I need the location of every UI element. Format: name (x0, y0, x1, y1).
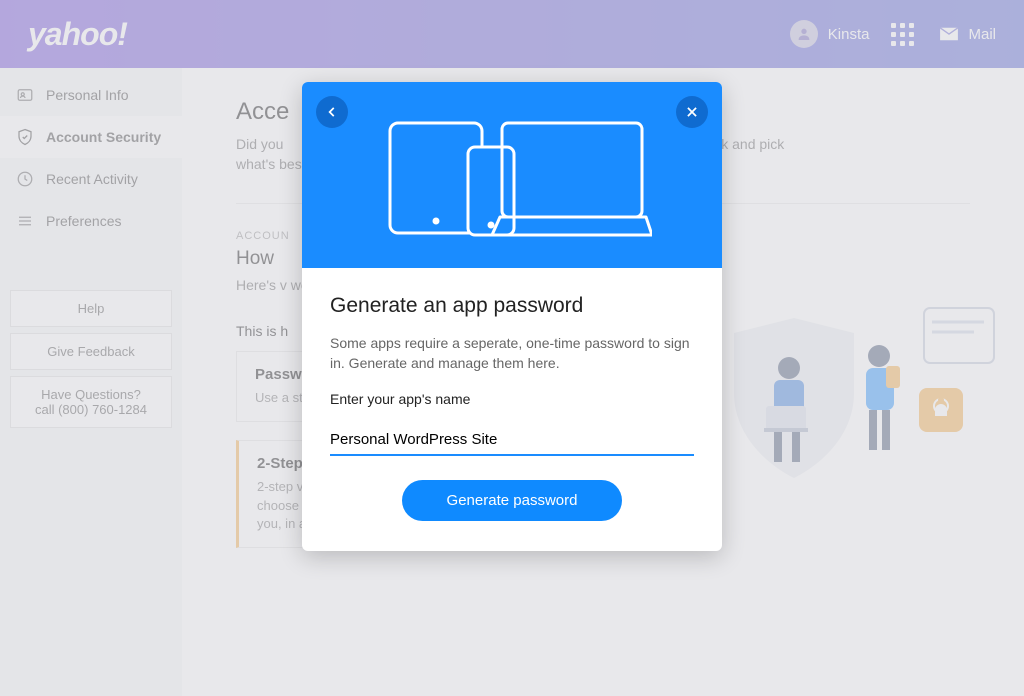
app-password-modal: Generate an app password Some apps requi… (302, 82, 722, 551)
close-button[interactable] (676, 96, 708, 128)
chevron-left-icon (325, 105, 339, 119)
back-button[interactable] (316, 96, 348, 128)
generate-password-button[interactable]: Generate password (402, 480, 622, 521)
modal-description: Some apps require a seperate, one-time p… (330, 334, 694, 373)
modal-title: Generate an app password (330, 294, 694, 318)
modal-overlay[interactable]: Generate an app password Some apps requi… (0, 0, 1024, 696)
app-name-input[interactable] (330, 425, 694, 456)
app-name-label: Enter your app's name (330, 391, 694, 407)
modal-hero (302, 82, 722, 268)
devices-icon (372, 105, 652, 245)
close-icon (685, 105, 699, 119)
